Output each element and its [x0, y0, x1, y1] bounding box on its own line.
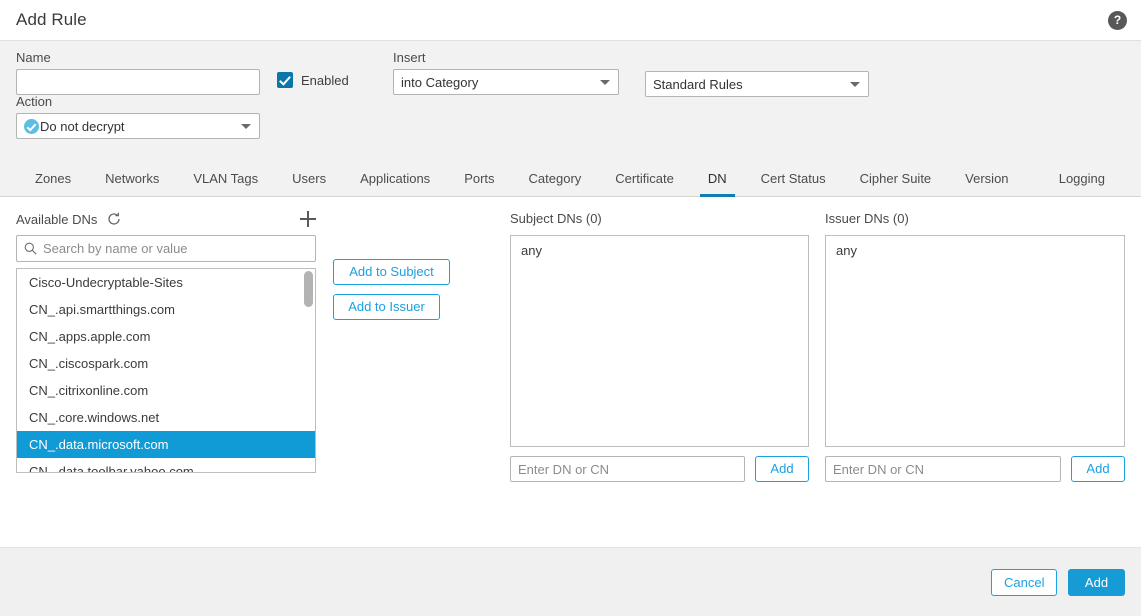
list-item[interactable]: CN_.apps.apple.com: [17, 323, 315, 350]
subject-dns-title: Subject DNs (0): [510, 211, 602, 226]
dialog-titlebar: Add Rule ?: [0, 0, 1141, 41]
tab-cipher-suite[interactable]: Cipher Suite: [843, 161, 949, 196]
action-label: Action: [16, 94, 53, 109]
available-dns-title: Available DNs: [16, 211, 98, 227]
rules-category-field-group: Standard Rules: [645, 71, 869, 97]
tab-dn[interactable]: DN: [691, 161, 744, 197]
name-label: Name: [16, 50, 51, 65]
issuer-dn-entry-row: Add: [825, 456, 1125, 482]
dialog-footer: Cancel Add: [0, 547, 1141, 616]
list-item[interactable]: CN_.citrixonline.com: [17, 377, 315, 404]
tab-applications[interactable]: Applications: [343, 161, 447, 196]
available-dns-header: Available DNs: [16, 209, 316, 229]
enabled-checkbox[interactable]: [277, 72, 293, 88]
list-item[interactable]: CN_.data.toolbar.yahoo.com: [17, 458, 315, 472]
tab-vlan-tags[interactable]: VLAN Tags: [176, 161, 275, 196]
help-circle-icon[interactable]: ?: [1108, 11, 1127, 30]
tab-certificate[interactable]: Certificate: [598, 161, 691, 196]
rule-properties-form: Name Enabled Insert into Category Standa…: [0, 41, 1141, 161]
insert-label: Insert: [393, 50, 426, 65]
list-item[interactable]: Cisco-Undecryptable-Sites: [17, 269, 315, 296]
available-dns-list[interactable]: Cisco-Undecryptable-Sites CN_.api.smartt…: [16, 268, 316, 473]
chevron-down-icon: [600, 80, 610, 85]
issuer-add-button[interactable]: Add: [1071, 456, 1125, 482]
tab-logging[interactable]: Logging: [1042, 161, 1123, 196]
action-value: Do not decrypt: [40, 118, 125, 134]
transfer-buttons: Add to Subject Add to Issuer: [333, 259, 450, 320]
add-dn-plus-icon[interactable]: [300, 211, 316, 227]
list-scrollbar[interactable]: [304, 271, 313, 472]
page-title: Add Rule: [16, 10, 87, 29]
chevron-down-icon: [850, 82, 860, 87]
name-input[interactable]: [16, 69, 260, 95]
tab-ports[interactable]: Ports: [447, 161, 511, 196]
enabled-label: Enabled: [301, 72, 349, 88]
add-button[interactable]: Add: [1068, 568, 1125, 596]
cancel-button[interactable]: Cancel: [991, 568, 1057, 596]
name-field-group: Name: [16, 50, 260, 95]
list-item[interactable]: CN_.ciscospark.com: [17, 350, 315, 377]
insert-position-select[interactable]: into Category: [393, 69, 619, 95]
condition-tabs: Zones Networks VLAN Tags Users Applicati…: [0, 161, 1141, 197]
insert-field-group: Insert into Category: [393, 50, 619, 95]
dn-search-group: [16, 235, 316, 262]
add-to-subject-button[interactable]: Add to Subject: [333, 259, 450, 285]
list-item[interactable]: CN_.api.smartthings.com: [17, 296, 315, 323]
insert-position-value: into Category: [401, 74, 479, 90]
available-dns-panel: Available DNs Search by name or value Ci…: [16, 209, 316, 473]
do-not-decrypt-check-icon: [24, 118, 39, 134]
tab-networks[interactable]: Networks: [88, 161, 176, 196]
tab-zones[interactable]: Zones: [18, 161, 88, 196]
subject-dns-box[interactable]: any: [510, 235, 809, 447]
issuer-dns-content: any: [836, 243, 857, 258]
tab-spacer: [1026, 161, 1042, 196]
subject-add-button[interactable]: Add: [755, 456, 809, 482]
add-to-issuer-button[interactable]: Add to Issuer: [333, 294, 440, 320]
rules-category-select[interactable]: Standard Rules: [645, 71, 869, 97]
issuer-dns-box[interactable]: any: [825, 235, 1125, 447]
tab-category[interactable]: Category: [512, 161, 599, 196]
chevron-down-icon: [241, 124, 251, 129]
subject-dn-input[interactable]: [510, 456, 745, 482]
subject-dn-entry-row: Add: [510, 456, 809, 482]
tab-version[interactable]: Version: [948, 161, 1025, 196]
list-scrollbar-thumb[interactable]: [304, 271, 313, 307]
list-item-selected[interactable]: CN_.data.microsoft.com: [17, 431, 315, 458]
enabled-checkbox-group[interactable]: Enabled: [277, 72, 349, 88]
tab-users[interactable]: Users: [275, 161, 343, 196]
issuer-dns-panel: Issuer DNs (0) any Add: [825, 209, 1125, 482]
action-field-group: Action Do not decrypt: [16, 94, 260, 139]
rules-category-value: Standard Rules: [653, 76, 743, 92]
dn-tab-panel: Available DNs Search by name or value Ci…: [0, 197, 1141, 547]
list-item[interactable]: CN_.core.windows.net: [17, 404, 315, 431]
search-input[interactable]: [16, 235, 316, 262]
subject-dns-panel: Subject DNs (0) any Add: [510, 209, 809, 482]
add-rule-dialog: Add Rule ? Name Enabled Insert into Cate…: [0, 0, 1141, 616]
issuer-dns-title: Issuer DNs (0): [825, 211, 909, 226]
issuer-dn-input[interactable]: [825, 456, 1061, 482]
subject-dns-content: any: [521, 243, 542, 258]
refresh-icon[interactable]: [107, 212, 121, 226]
action-select[interactable]: Do not decrypt: [16, 113, 260, 139]
tab-cert-status[interactable]: Cert Status: [744, 161, 843, 196]
